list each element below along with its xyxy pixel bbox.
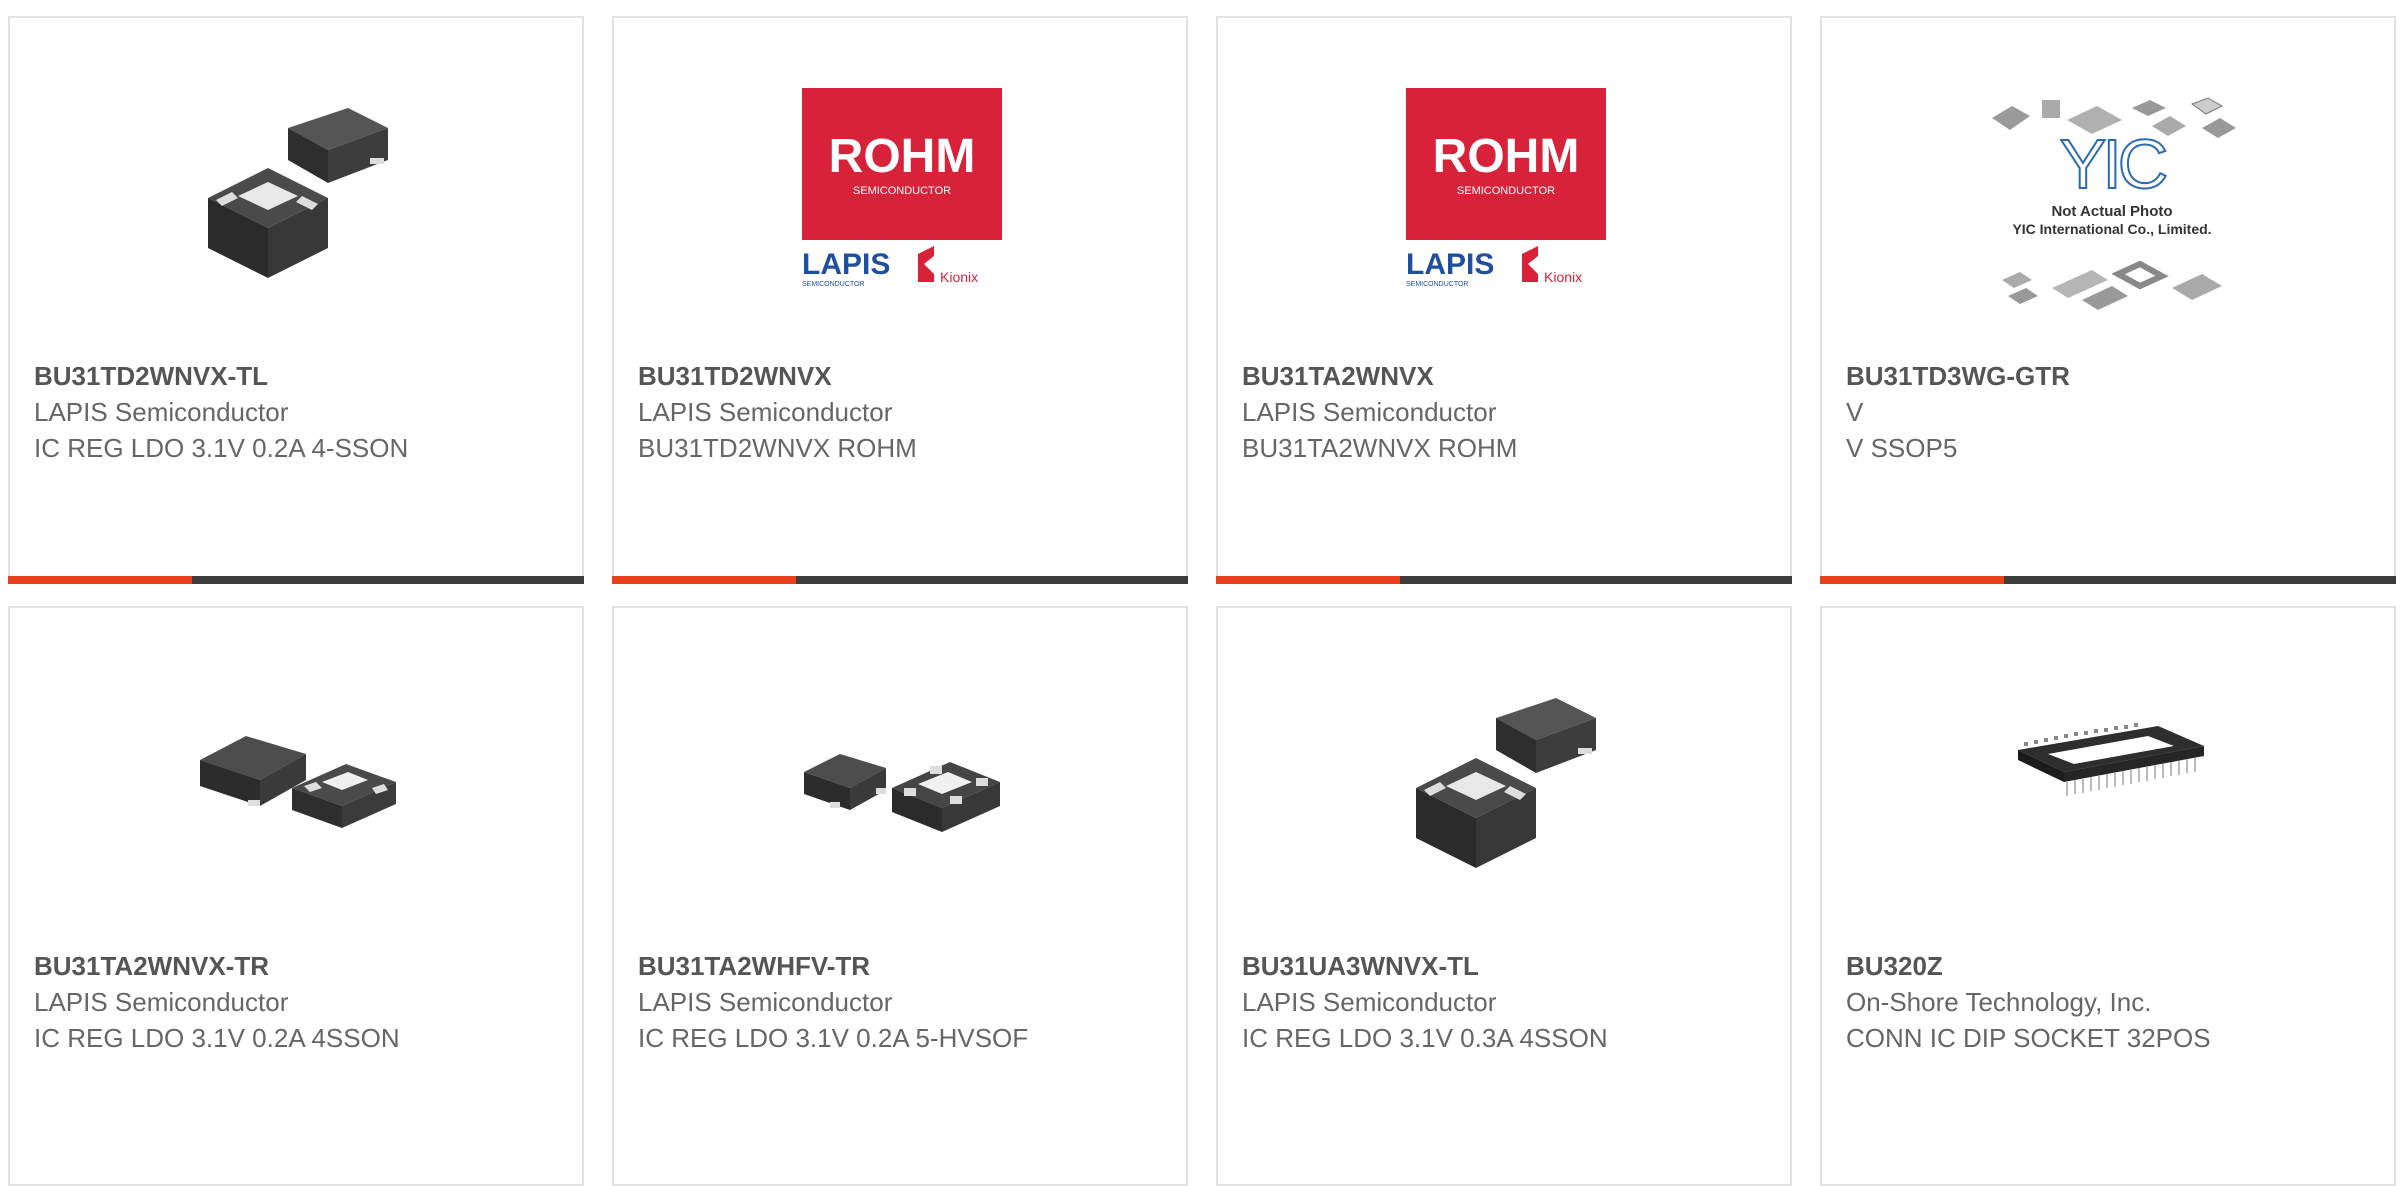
product-card[interactable]: BU31UA3WNVX-TL LAPIS Semiconductor IC RE… <box>1216 606 1792 1186</box>
svg-text:Not Actual Photo: Not Actual Photo <box>2051 203 2172 220</box>
part-number[interactable]: BU31UA3WNVX-TL <box>1242 948 1766 984</box>
card-bar <box>8 576 584 584</box>
part-number[interactable]: BU31TD2WNVX-TL <box>34 358 558 394</box>
svg-text:LAPIS: LAPIS <box>1406 248 1494 281</box>
part-number[interactable]: BU31TA2WHFV-TR <box>638 948 1162 984</box>
chip-package-3d-icon <box>196 86 400 290</box>
chip-package-flat-icon <box>196 676 400 880</box>
description: BU31TD2WNVX ROHM <box>638 433 917 463</box>
part-number[interactable]: BU31TA2WNVX-TR <box>34 948 558 984</box>
svg-text:SEMICONDUCTOR: SEMICONDUCTOR <box>1406 281 1468 288</box>
manufacturer: LAPIS Semiconductor <box>34 397 289 427</box>
product-card[interactable]: BU31TD2WNVX-TL LAPIS Semiconductor IC RE… <box>8 16 584 584</box>
dip-socket-icon <box>2008 676 2212 880</box>
chip-package-3d-icon <box>1404 676 1608 880</box>
product-grid: BU31TD2WNVX-TL LAPIS Semiconductor IC RE… <box>0 0 2400 1186</box>
svg-text:Kionix: Kionix <box>940 269 978 285</box>
product-card[interactable]: ROHM SEMICONDUCTOR LAPIS SEMICONDUCTOR K… <box>1216 16 1792 584</box>
svg-text:LAPIS: LAPIS <box>802 248 890 281</box>
part-number[interactable]: BU31TD2WNVX <box>638 358 1162 394</box>
manufacturer: On-Shore Technology, Inc. <box>1846 987 2152 1017</box>
card-bar-accent <box>1820 576 2004 584</box>
svg-text:SEMICONDUCTOR: SEMICONDUCTOR <box>1457 185 1555 197</box>
svg-text:ROHM: ROHM <box>1433 130 1580 183</box>
description: IC REG LDO 3.1V 0.2A 4SSON <box>34 1023 400 1053</box>
svg-text:ROHM: ROHM <box>829 130 976 183</box>
description: V SSOP5 <box>1846 433 1958 463</box>
product-card[interactable]: BU320Z On-Shore Technology, Inc. CONN IC… <box>1820 606 2396 1186</box>
manufacturer: LAPIS Semiconductor <box>638 397 893 427</box>
product-card[interactable]: BU31TA2WNVX-TR LAPIS Semiconductor IC RE… <box>8 606 584 1186</box>
svg-text:SEMICONDUCTOR: SEMICONDUCTOR <box>853 185 951 197</box>
manufacturer: LAPIS Semiconductor <box>1242 397 1497 427</box>
part-number[interactable]: BU31TD3WG-GTR <box>1846 358 2370 394</box>
card-bar-accent <box>1216 576 1400 584</box>
description: IC REG LDO 3.1V 0.3A 4SSON <box>1242 1023 1608 1053</box>
product-card[interactable]: YIC Not Actual Photo YIC International C… <box>1820 16 2396 584</box>
product-card[interactable]: ROHM SEMICONDUCTOR LAPIS SEMICONDUCTOR K… <box>612 16 1188 584</box>
svg-text:YIC: YIC <box>2060 125 2166 203</box>
part-number[interactable]: BU31TA2WNVX <box>1242 358 1766 394</box>
description: IC REG LDO 3.1V 0.2A 5-HVSOF <box>638 1023 1029 1053</box>
description: IC REG LDO 3.1V 0.2A 4-SSON <box>34 433 409 463</box>
product-card[interactable]: BU31TA2WHFV-TR LAPIS Semiconductor IC RE… <box>612 606 1188 1186</box>
svg-text:Kionix: Kionix <box>1544 269 1582 285</box>
card-bar <box>612 576 1188 584</box>
manufacturer: LAPIS Semiconductor <box>1242 987 1497 1017</box>
description: BU31TA2WNVX ROHM <box>1242 433 1518 463</box>
part-number[interactable]: BU320Z <box>1846 948 2370 984</box>
card-bar <box>1820 576 2396 584</box>
manufacturer: V <box>1846 397 1864 427</box>
manufacturer: LAPIS Semiconductor <box>34 987 289 1017</box>
description: CONN IC DIP SOCKET 32POS <box>1846 1023 2211 1053</box>
card-bar-accent <box>8 576 192 584</box>
svg-text:SEMICONDUCTOR: SEMICONDUCTOR <box>802 281 864 288</box>
card-bar <box>1216 576 1792 584</box>
chip-package-hvsof-icon <box>800 676 1004 880</box>
yic-placeholder-image: YIC Not Actual Photo YIC International C… <box>1972 78 2252 328</box>
card-bar-accent <box>612 576 796 584</box>
manufacturer: LAPIS Semiconductor <box>638 987 893 1017</box>
rohm-lapis-logo: ROHM SEMICONDUCTOR LAPIS SEMICONDUCTOR K… <box>1404 86 1608 290</box>
rohm-lapis-logo: ROHM SEMICONDUCTOR LAPIS SEMICONDUCTOR K… <box>800 86 1004 290</box>
svg-text:YIC International Co., Limited: YIC International Co., Limited. <box>2012 221 2211 237</box>
